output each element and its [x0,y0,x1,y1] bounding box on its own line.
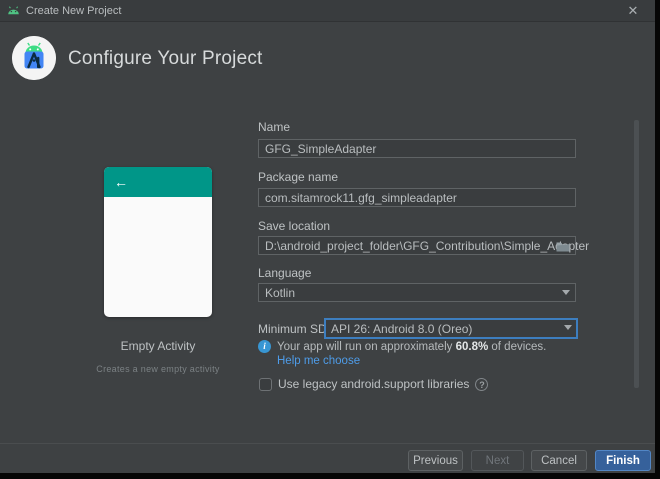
folder-icon[interactable] [556,241,570,252]
next-button: Next [471,450,524,471]
package-name-input[interactable] [258,188,576,207]
page-title: Configure Your Project [68,48,263,70]
create-new-project-dialog: Create New Project ✕ Configure Your Proj… [0,0,655,473]
help-me-choose-link[interactable]: Help me choose [277,355,360,367]
window-title: Create New Project [26,5,121,17]
previous-button[interactable]: Previous [408,450,463,471]
device-percentage: 60.8% [456,341,489,353]
info-icon: i [258,340,271,353]
package-name-label: Package name [258,170,338,184]
sdk-info-text: Your app will run on approximately 60.8%… [277,341,546,353]
legacy-support-label: Use legacy android.support libraries [278,377,469,391]
minimum-sdk-dropdown[interactable]: API 26: Android 8.0 (Oreo) [324,318,578,339]
template-preview-card: ← [104,167,212,317]
save-location-label: Save location [258,219,330,233]
screenshot-stage: Create New Project ✕ Configure Your Proj… [0,0,660,479]
preview-appbar: ← [104,167,212,197]
back-arrow-icon: ← [114,174,128,190]
legacy-support-checkbox[interactable] [259,378,272,391]
chevron-down-icon [562,290,570,295]
titlebar: Create New Project ✕ [0,0,655,22]
android-studio-logo [12,36,56,80]
template-description: Creates a new empty activity [58,364,258,374]
template-name: Empty Activity [58,339,258,353]
footer-divider [0,443,655,444]
cancel-button[interactable]: Cancel [531,450,587,471]
sdk-info-row: i Your app will run on approximately 60.… [258,340,546,353]
vertical-scrollbar[interactable] [634,120,639,388]
finish-button[interactable]: Finish [595,450,651,471]
language-dropdown[interactable]: Kotlin [258,283,576,302]
question-mark-icon[interactable]: ? [475,378,488,391]
name-input[interactable] [258,139,576,158]
save-location-input[interactable]: D:\android_project_folder\GFG_Contributi… [258,236,576,255]
minimum-sdk-value: API 26: Android 8.0 (Oreo) [331,322,472,336]
chevron-down-icon [564,325,572,330]
android-logo-icon [7,5,20,17]
language-label: Language [258,266,311,280]
language-value: Kotlin [265,286,295,300]
close-icon[interactable]: ✕ [619,0,647,22]
save-location-value: D:\android_project_folder\GFG_Contributi… [265,239,589,253]
name-label: Name [258,120,290,134]
legacy-support-row: Use legacy android.support libraries ? [259,377,488,391]
